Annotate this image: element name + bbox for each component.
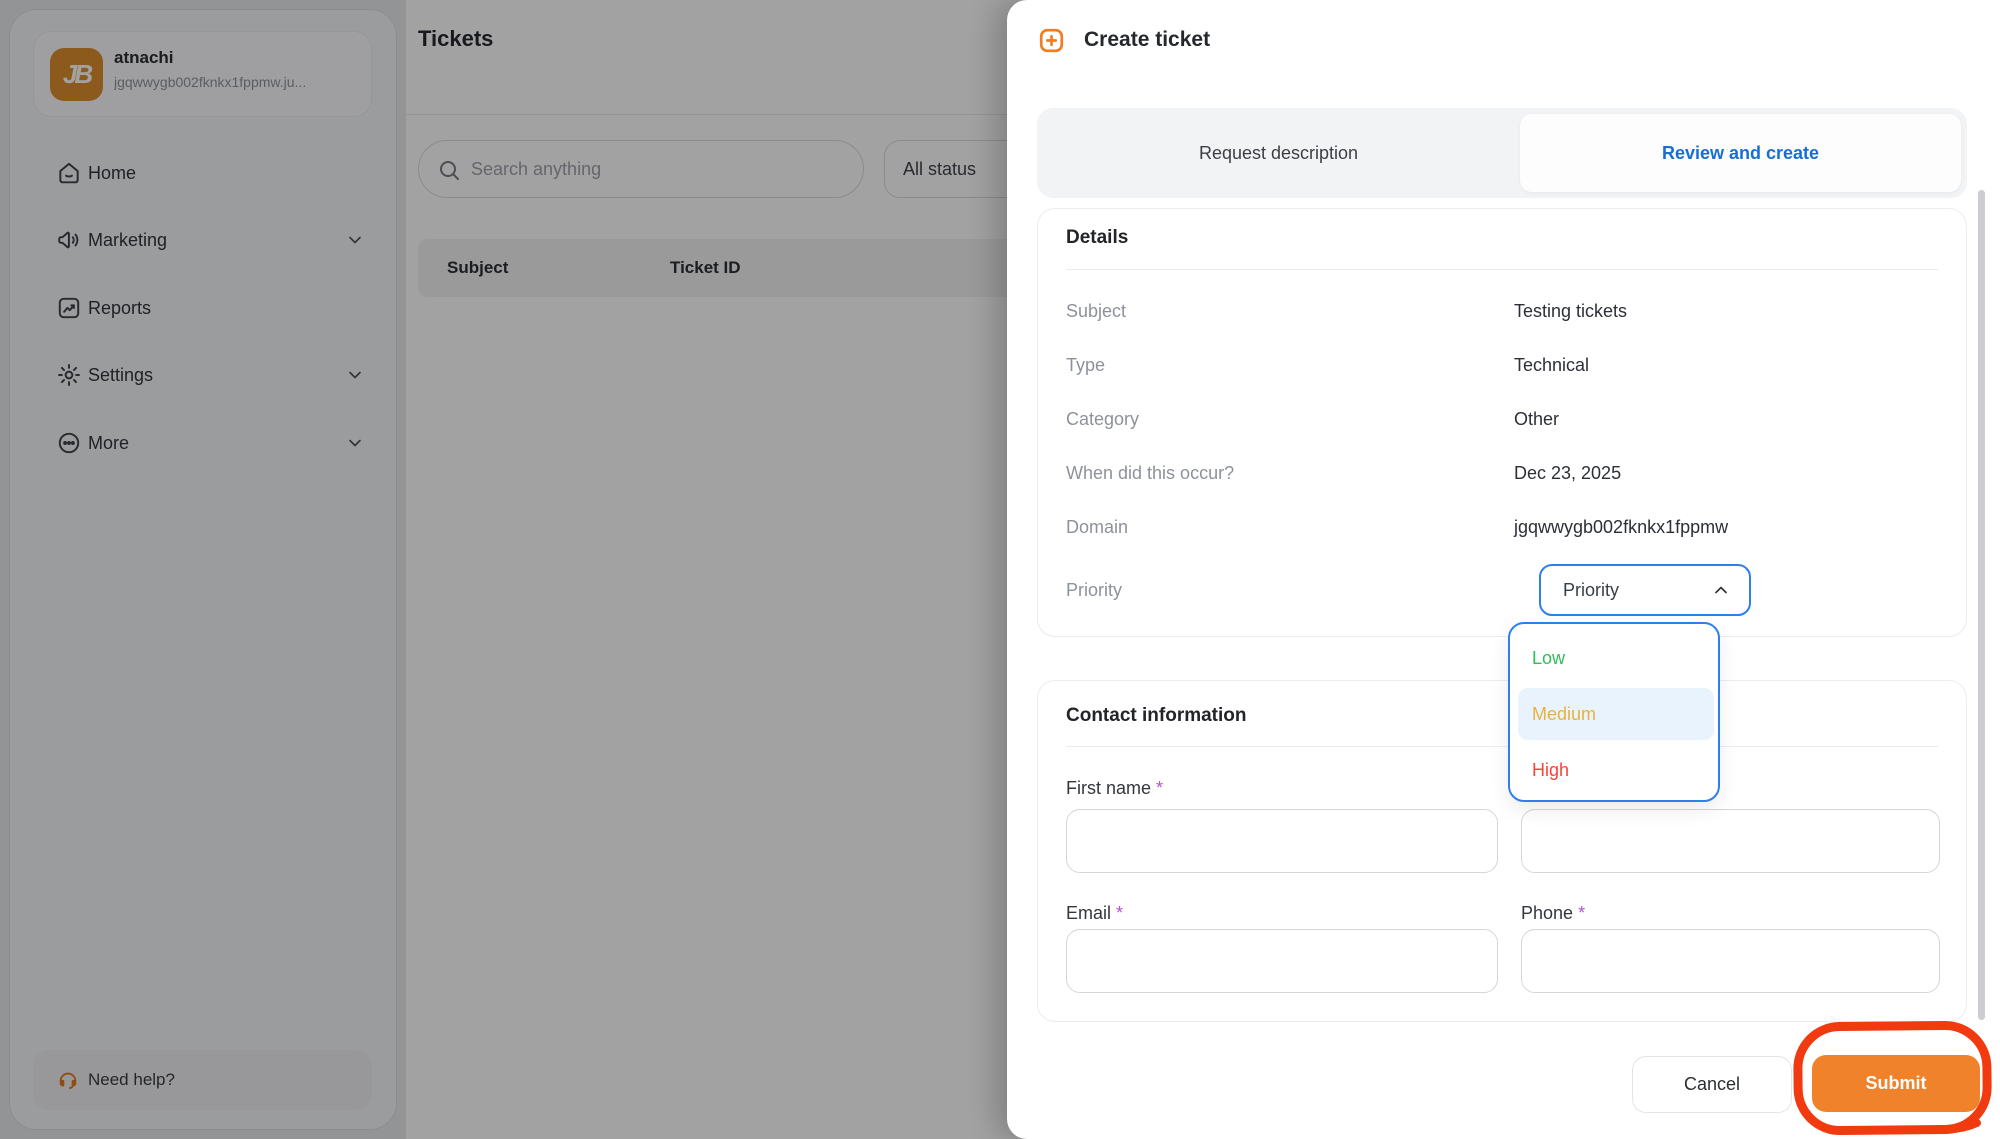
modal-tabs: Request description Review and create (1037, 108, 1967, 198)
chevron-up-icon (1711, 580, 1731, 600)
required-asterisk: * (1156, 778, 1164, 798)
detail-row-domain: Domain jgqwwygb002fknkx1fppmw (1066, 500, 1938, 554)
detail-row-priority: Priority Priority (1066, 560, 1938, 620)
email-input[interactable] (1066, 929, 1498, 993)
modal-title: Create ticket (1084, 28, 1211, 51)
tab-request-description[interactable]: Request description (1037, 108, 1520, 198)
modal-header: Create ticket (1037, 22, 1210, 58)
field-label-text: Phone (1521, 903, 1574, 923)
detail-label: Category (1066, 408, 1140, 429)
email-label: Email * (1066, 903, 1123, 924)
contact-information-card: Contact information First name * Email * P… (1037, 680, 1967, 1022)
required-asterisk: * (1116, 903, 1124, 923)
contact-heading: Contact information (1066, 705, 1247, 726)
priority-option-low[interactable]: Low (1518, 632, 1714, 684)
priority-dropdown-button[interactable]: Priority (1539, 564, 1751, 616)
detail-value: Technical (1514, 354, 1590, 375)
last-name-input[interactable] (1521, 809, 1940, 873)
cancel-button[interactable]: Cancel (1632, 1056, 1792, 1113)
detail-value: jgqwwygb002fknkx1fppmw (1514, 516, 1729, 537)
detail-label: Domain (1066, 516, 1129, 537)
detail-label: Subject (1066, 300, 1127, 321)
priority-option-high[interactable]: High (1518, 744, 1714, 796)
detail-row-type: Type Technical (1066, 338, 1938, 392)
detail-value: Dec 23, 2025 (1514, 462, 1622, 483)
tab-review-and-create[interactable]: Review and create (1520, 114, 1961, 192)
required-asterisk: * (1578, 903, 1586, 923)
divider (1066, 746, 1938, 747)
detail-row-occurred: When did this occur? Dec 23, 2025 (1066, 446, 1938, 500)
plus-square-icon (1037, 26, 1066, 55)
priority-label: Priority (1066, 579, 1123, 600)
priority-button-text: Priority (1563, 579, 1620, 600)
first-name-label: First name * (1066, 778, 1163, 799)
phone-input[interactable] (1521, 929, 1940, 993)
detail-value: Other (1514, 408, 1560, 429)
priority-option-label: Medium (1532, 703, 1597, 724)
first-name-input[interactable] (1066, 809, 1498, 873)
detail-row-subject: Subject Testing tickets (1066, 284, 1938, 338)
field-label-text: First name (1066, 778, 1152, 798)
detail-label: Type (1066, 354, 1106, 375)
divider (1066, 269, 1938, 270)
detail-label: When did this occur? (1066, 462, 1235, 483)
create-ticket-modal: Create ticket Request description Review… (1007, 0, 2000, 1139)
app-window: JB atnachi jgqwwygb002fknkx1fppmw.ju... … (0, 0, 2000, 1139)
phone-label: Phone * (1521, 903, 1585, 924)
details-card: Details Subject Testing tickets Type Tec… (1037, 208, 1967, 637)
detail-value: Testing tickets (1514, 300, 1628, 321)
priority-option-label: High (1532, 759, 1570, 780)
modal-scrollbar[interactable] (1978, 190, 1985, 1020)
priority-option-label: Low (1532, 647, 1566, 668)
priority-dropdown-menu: Low Medium High (1508, 622, 1720, 802)
priority-option-medium[interactable]: Medium (1518, 688, 1714, 740)
details-heading: Details (1066, 227, 1129, 248)
field-label-text: Email (1066, 903, 1112, 923)
submit-button[interactable]: Submit (1812, 1055, 1980, 1112)
detail-row-category: Category Other (1066, 392, 1938, 446)
